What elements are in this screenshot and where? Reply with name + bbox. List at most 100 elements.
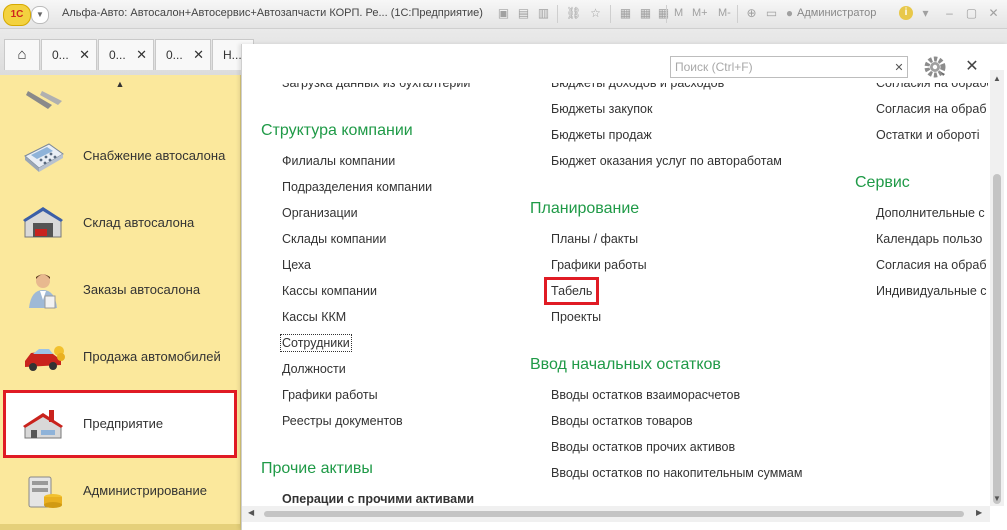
print-icon[interactable]: ▤ <box>516 6 531 21</box>
current-user[interactable]: Администратор <box>797 7 876 19</box>
menu-link[interactable]: Цеха <box>282 258 311 272</box>
toolbar-separator <box>666 5 667 23</box>
close-window-icon[interactable]: ✕ <box>986 6 1001 21</box>
open-tab[interactable]: 0... ✕ <box>155 39 211 70</box>
factory-icon <box>23 410 63 439</box>
chevron-down-icon[interactable]: ▾ <box>918 6 933 21</box>
toolbar-separator <box>610 5 611 23</box>
menu-link[interactable]: Графики работы <box>282 388 378 402</box>
menu-link[interactable]: Дополнительные с <box>876 206 985 220</box>
zoom-icon[interactable]: ⊕ <box>744 6 759 21</box>
title-bar: 1С ▼ Альфа-Авто: Автосалон+Автосервис+Ав… <box>0 0 1007 29</box>
menu-link[interactable]: Индивидуальные с <box>876 284 987 298</box>
tab-label: 0... <box>52 48 69 62</box>
horizontal-scrollbar[interactable]: ◀ ▶ <box>242 506 990 522</box>
calculator-icon <box>24 143 64 172</box>
close-icon[interactable]: ✕ <box>136 40 147 70</box>
menu-link[interactable]: Календарь пользо <box>876 232 982 246</box>
toolbar-separator <box>557 5 558 23</box>
calendar-icon[interactable]: ▦ <box>618 6 633 21</box>
menu-link[interactable]: Проекты <box>551 310 601 324</box>
menu-link[interactable]: Графики работы <box>551 258 647 272</box>
menu-link[interactable]: Филиалы компании <box>282 154 395 168</box>
menu-link[interactable]: Бюджеты доходов и расходов <box>551 83 724 90</box>
scroll-right-arrow-icon[interactable]: ▶ <box>976 508 982 517</box>
favorites-icon[interactable]: ☆ <box>588 6 603 21</box>
menu-link-employees[interactable]: Сотрудники <box>280 334 352 352</box>
menu-link[interactable]: Подразделения компании <box>282 180 432 194</box>
panel-content: Загрузка данных из бухгалтерии Структура… <box>242 70 988 506</box>
section-panel: ✕ ✕ Загрузка данных из бухгалтерии Струк… <box>241 44 1007 530</box>
tab-label: 0... <box>166 48 183 62</box>
window-icon[interactable]: ▭ <box>764 6 779 21</box>
sidebar-item-label: Предприятие <box>83 416 164 431</box>
sidebar-item-label: Склад автосалона <box>83 215 195 230</box>
menu-link[interactable]: Организации <box>282 206 358 220</box>
menu-link[interactable]: Должности <box>282 362 346 376</box>
menu-link[interactable]: Бюджет оказания услуг по автоработам <box>551 154 782 168</box>
link-icon[interactable]: ⛓ <box>566 6 581 21</box>
sidebar-item-label: Продажа автомобилей <box>83 349 221 364</box>
sidebar-item-supply[interactable]: Снабжение автосалона <box>5 124 235 188</box>
tools-icon <box>22 91 66 109</box>
preview-icon[interactable]: ▥ <box>536 6 551 21</box>
scroll-up-arrow-icon[interactable]: ▲ <box>990 74 1004 83</box>
menu-link[interactable]: Бюджеты закупок <box>551 102 652 116</box>
memory-mplus-button[interactable]: M+ <box>692 7 708 19</box>
tab-label: 0... <box>109 48 126 62</box>
person-icon <box>29 274 57 309</box>
maximize-icon[interactable]: ▢ <box>964 6 979 21</box>
sections-sidebar: ▲ Снабжение автосалона Склад автосалона <box>0 75 241 530</box>
open-tab[interactable]: 0... ✕ <box>41 39 97 70</box>
menu-link[interactable]: Планы / факты <box>551 232 638 246</box>
sidebar-item-car-sales[interactable]: Продажа автомобилей <box>5 325 235 389</box>
menu-link[interactable]: Кассы компании <box>282 284 377 298</box>
menu-link[interactable]: Бюджеты продаж <box>551 128 652 142</box>
menu-link[interactable]: Операции с прочими активами <box>282 492 474 506</box>
open-tab[interactable]: 0... ✕ <box>98 39 154 70</box>
menu-link[interactable]: Склады компании <box>282 232 386 246</box>
scroll-down-arrow-icon[interactable]: ▼ <box>990 494 1004 503</box>
sidebar-item-warehouse[interactable]: Склад автосалона <box>5 191 235 255</box>
menu-link[interactable]: Вводы остатков прочих активов <box>551 440 735 454</box>
sidebar-item-enterprise[interactable]: Предприятие <box>3 390 237 458</box>
scroll-left-arrow-icon[interactable]: ◀ <box>248 508 254 517</box>
sidebar-item-label: Заказы автосалона <box>83 282 201 297</box>
group-title-opening-balances: Ввод начальных остатков <box>530 356 721 373</box>
memory-mminus-button[interactable]: M- <box>718 7 731 19</box>
spreadsheet-icon[interactable]: ▦ <box>638 6 653 21</box>
info-icon[interactable]: i <box>899 6 913 20</box>
vertical-scrollbar[interactable]: ▲ ▼ <box>990 70 1004 506</box>
menu-link[interactable]: Согласия на обраб <box>876 258 987 272</box>
horizontal-scroll-thumb[interactable] <box>264 511 964 517</box>
main-menu-chevron-icon[interactable]: ▼ <box>31 6 49 24</box>
calculator-small-icon[interactable]: ▦ <box>656 6 671 21</box>
minimize-icon[interactable]: – <box>942 6 957 21</box>
home-tab[interactable]: ⌂ <box>4 39 40 70</box>
menu-link[interactable]: Согласия на обраб <box>876 102 987 116</box>
group-title-service: Сервис <box>855 174 910 191</box>
app-logo-icon[interactable]: 1С <box>3 4 31 26</box>
memory-m-button[interactable]: M <box>674 7 683 19</box>
close-icon[interactable]: ✕ <box>193 40 204 70</box>
menu-link[interactable]: Вводы остатков по накопительным суммам <box>551 466 802 480</box>
menu-link[interactable]: Реестры документов <box>282 414 403 428</box>
vertical-scroll-thumb[interactable] <box>993 174 1001 504</box>
menu-link[interactable]: Вводы остатков взаиморасчетов <box>551 388 740 402</box>
database-icon <box>28 476 62 508</box>
menu-link-timesheet[interactable]: Табель <box>543 277 600 305</box>
group-title-company-structure: Структура компании <box>261 122 413 139</box>
menu-link[interactable]: Вводы остатков товаров <box>551 414 693 428</box>
menu-link[interactable]: Загрузка данных из бухгалтерии <box>282 83 470 90</box>
sidebar-item-label: Снабжение автосалона <box>83 148 226 163</box>
tab-label: Н... <box>223 48 242 62</box>
sidebar-item-administration[interactable]: Администрирование <box>5 459 235 523</box>
sidebar-item-orders[interactable]: Заказы автосалона <box>5 258 235 322</box>
menu-link[interactable]: Согласия на обрабо <box>876 83 988 90</box>
close-icon[interactable]: ✕ <box>79 40 90 70</box>
menu-link[interactable]: Остатки и оборотi <box>876 128 980 142</box>
user-icon: ● <box>785 6 794 20</box>
menu-link[interactable]: Кассы ККМ <box>282 310 346 324</box>
save-icon[interactable]: ▣ <box>496 6 511 21</box>
sidebar-item-label: Администрирование <box>83 483 207 498</box>
